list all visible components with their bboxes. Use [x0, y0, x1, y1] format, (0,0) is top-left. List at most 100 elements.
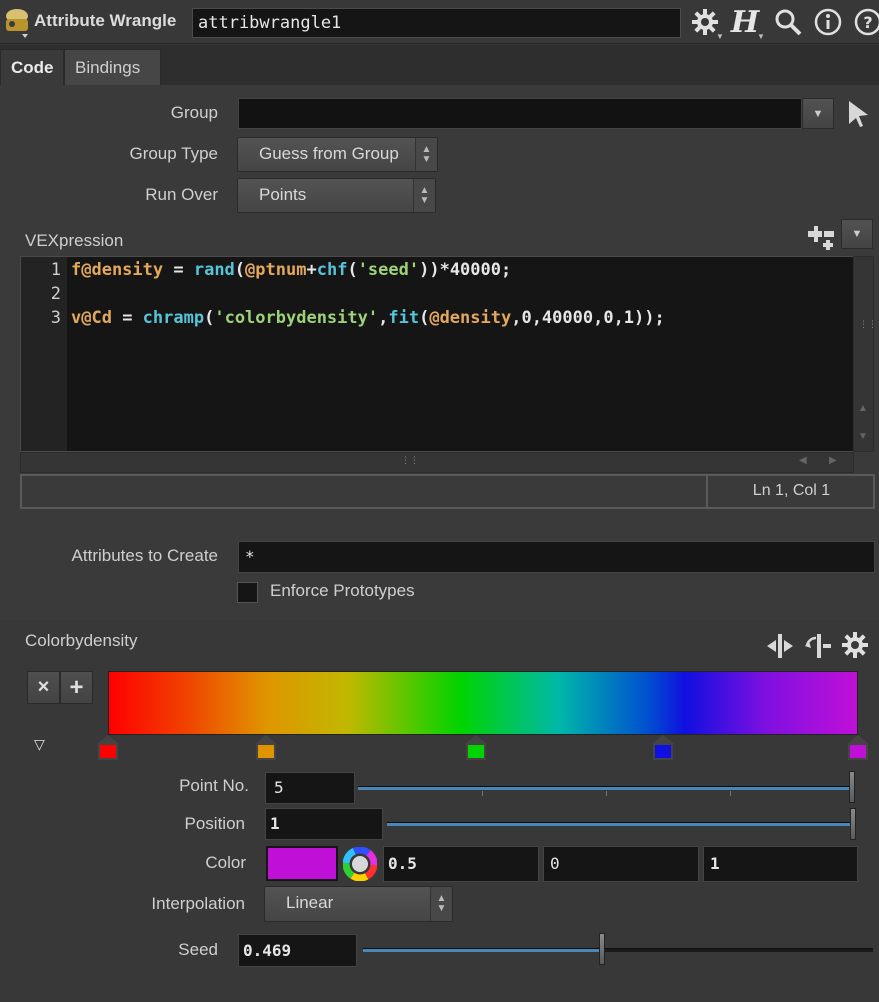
enforce-prototypes-label: Enforce Prototypes	[270, 581, 415, 600]
menu-arrow-icon: ▼	[716, 32, 724, 41]
code-line-3[interactable]: v@Cd = chramp('colorbydensity',fit(@dens…	[71, 308, 665, 328]
enforce-prototypes-checkbox[interactable]	[237, 582, 258, 603]
seed-slider[interactable]	[363, 932, 875, 968]
parameter-header: Attribute Wrangle attribwrangle1 ▼ H ▼ ?	[0, 0, 879, 44]
tab-code[interactable]: Code	[0, 49, 64, 85]
group-type-menu[interactable]: Guess from Group ▲ ▼	[237, 137, 438, 172]
scroll-right-icon[interactable]: ▶	[829, 455, 837, 466]
editor-horizontal-scrollbar[interactable]: ⋮⋮ ◀ ▶	[20, 452, 854, 473]
code-token: chf	[316, 260, 348, 280]
updown-arrows-icon: ▲ ▼	[413, 179, 435, 212]
menu-arrow-icon: ▼	[757, 32, 765, 41]
ramp-key-3[interactable]	[464, 735, 487, 761]
code-token: @density	[429, 308, 512, 328]
ramp-collapse-icon[interactable]: ▽	[34, 736, 45, 753]
ramp-key-4[interactable]	[652, 735, 674, 761]
ramp-keys-track	[97, 735, 870, 763]
ramp-key-5[interactable]	[847, 735, 869, 761]
help-icon[interactable]: ?	[852, 6, 879, 38]
ramp-gear-icon[interactable]	[840, 630, 872, 662]
point-no-label: Point No.	[179, 776, 249, 795]
interpolation-value: Linear	[286, 893, 334, 912]
code-token: rand	[193, 260, 235, 280]
tick-mark	[482, 791, 483, 796]
svg-text:?: ?	[863, 13, 872, 32]
code-token: fit	[388, 308, 420, 328]
slider-fill	[387, 823, 853, 826]
color-wheel-icon[interactable]	[342, 846, 378, 882]
attributes-to-create-input[interactable]: *	[238, 541, 875, 573]
slider-handle[interactable]	[850, 808, 856, 840]
editor-status-bar: Ln 1, Col 1	[20, 474, 875, 509]
code-editor[interactable]: 1 2 3 f@density = rand(@ptnum+chf('seed'…	[20, 256, 854, 452]
point-no-slider[interactable]	[358, 770, 858, 804]
ramp-reverse-icon[interactable]	[803, 632, 833, 660]
point-no-input[interactable]: 5	[265, 772, 355, 804]
info-icon[interactable]	[812, 6, 844, 38]
code-token: =	[163, 260, 194, 280]
search-icon[interactable]	[772, 6, 804, 38]
interpolation-menu[interactable]: Linear ▲ ▼	[264, 886, 453, 922]
seed-input[interactable]: 0.469	[238, 934, 357, 967]
ramp-flip-icon[interactable]	[765, 632, 795, 660]
code-token: ,0,40000,0,1));	[511, 308, 665, 328]
tab-bindings[interactable]: Bindings	[64, 49, 161, 85]
line-number: 2	[50, 284, 61, 304]
color-b-input[interactable]: 1	[703, 846, 858, 882]
group-input[interactable]	[238, 98, 802, 129]
slider-fill	[363, 949, 603, 952]
ramp-key-2[interactable]	[254, 735, 277, 761]
ramp-key-swatch	[465, 743, 486, 760]
code-token: (	[234, 260, 246, 280]
editor-menu-button[interactable]: ▼	[841, 219, 873, 249]
ramp-key-swatch	[255, 743, 276, 760]
slider-handle[interactable]	[599, 933, 606, 965]
tick-mark	[606, 791, 607, 796]
slider-track	[363, 948, 873, 952]
color-ramp-bar[interactable]	[108, 671, 858, 735]
code-token: =	[111, 308, 143, 328]
select-arrow-icon[interactable]	[846, 99, 872, 129]
delete-key-button[interactable]: ×	[27, 671, 60, 704]
scroll-grip-icon: ⋮⋮	[859, 319, 877, 329]
scroll-left-icon[interactable]: ◀	[799, 455, 807, 466]
code-token: 'colorbydensity'	[214, 308, 379, 328]
scroll-up-icon[interactable]: ▲	[858, 403, 868, 414]
group-type-label: Group Type	[129, 144, 218, 163]
color-swatch[interactable]	[266, 846, 338, 881]
node-icon[interactable]	[2, 6, 32, 38]
position-slider[interactable]	[387, 808, 858, 842]
group-label: Group	[170, 103, 218, 122]
color-r-input[interactable]: 0.5	[383, 846, 539, 882]
slider-track	[358, 786, 852, 790]
node-name-field[interactable]: attribwrangle1	[192, 8, 681, 38]
scroll-down-icon[interactable]: ▼	[858, 431, 868, 442]
position-label: Position	[184, 814, 245, 833]
ramp-key-swatch	[653, 743, 673, 760]
color-g-input[interactable]: 0	[543, 846, 699, 882]
code-token: chramp	[142, 308, 205, 328]
snippet-menu-icon[interactable]	[806, 223, 838, 251]
add-key-button[interactable]: +	[60, 671, 93, 704]
position-input[interactable]: 1	[265, 808, 383, 840]
node-type-label: Attribute Wrangle	[34, 11, 177, 30]
run-over-label: Run Over	[145, 185, 218, 204]
slider-handle[interactable]	[849, 771, 855, 803]
code-token: 'seed'	[357, 260, 420, 280]
line-number: 1	[50, 260, 61, 280]
group-dropdown-button[interactable]: ▼	[802, 98, 834, 129]
code-token: ))*40000;	[419, 260, 512, 280]
ramp-key-1[interactable]	[97, 735, 119, 761]
code-token: f@density	[71, 260, 164, 280]
vexpression-label: VEXpression	[25, 231, 124, 250]
code-token: v@Cd	[71, 308, 112, 328]
updown-arrows-icon: ▲ ▼	[415, 138, 437, 171]
code-token: (	[419, 308, 430, 328]
group-type-value: Guess from Group	[259, 144, 399, 163]
seed-label: Seed	[178, 940, 218, 959]
ramp-key-swatch	[98, 743, 118, 760]
code-line-1[interactable]: f@density = rand(@ptnum+chf('seed'))*400…	[71, 260, 511, 280]
run-over-menu[interactable]: Points ▲ ▼	[237, 178, 436, 213]
editor-vertical-scrollbar[interactable]: ⋮⋮ ▲ ▼	[853, 256, 877, 452]
code-token: +	[306, 260, 317, 280]
